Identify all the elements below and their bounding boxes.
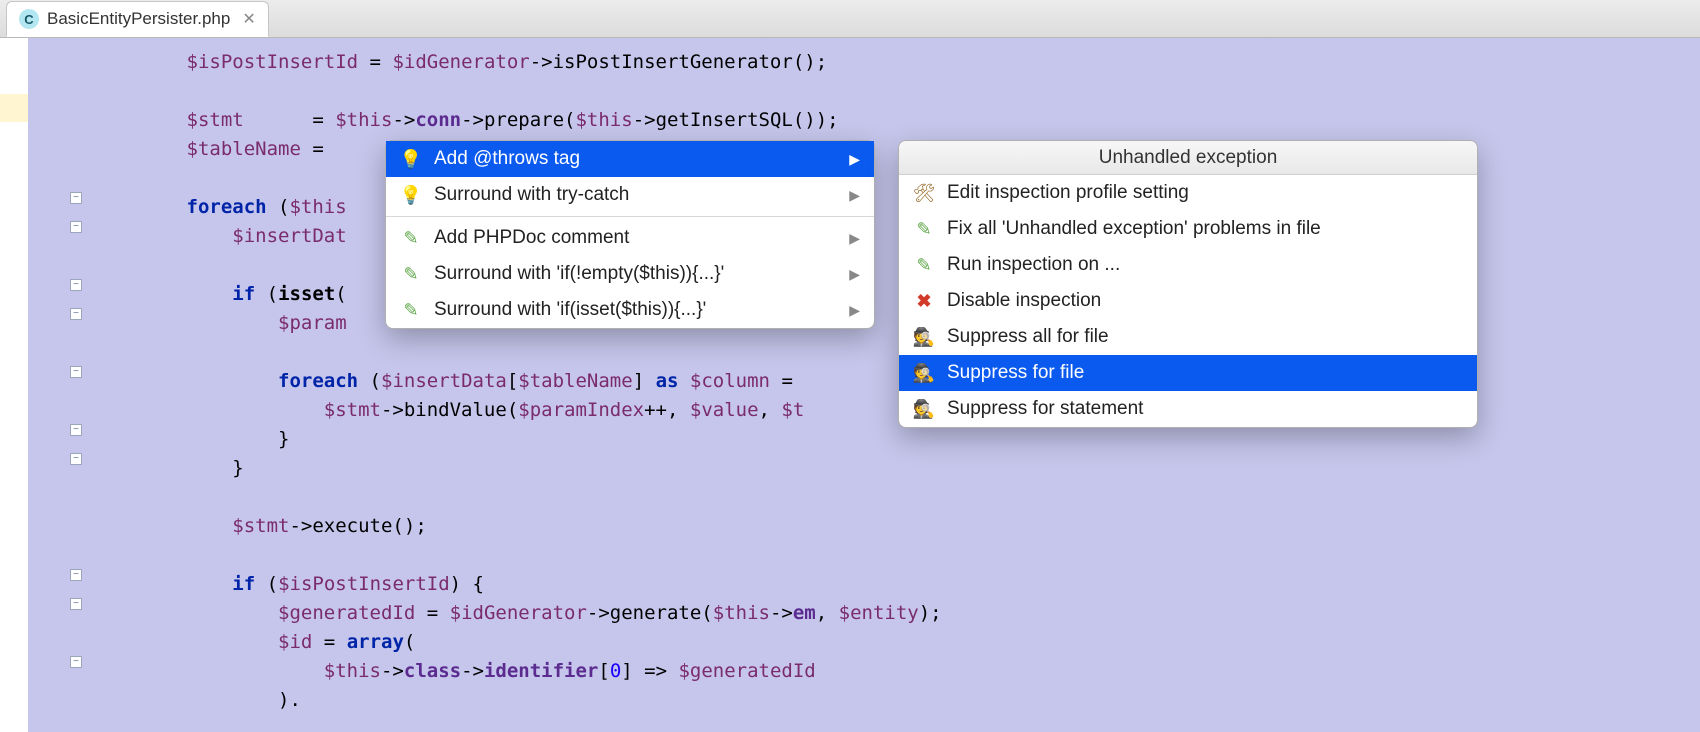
chevron-right-icon: ▶ [849,230,860,247]
pencil-icon: ✎ [400,263,422,285]
code-line [95,541,1700,570]
code-line: } [95,454,1700,483]
file-tab[interactable]: C BasicEntityPersister.php ✕ [6,1,269,37]
inspection-action-label: Suppress all for file [947,326,1109,348]
inspection-action-item[interactable]: 🕵️ Suppress for statement [899,391,1477,427]
inspection-action-item[interactable]: ✎ Fix all 'Unhandled exception' problems … [899,211,1477,247]
code-line: $stmt->execute(); [95,512,1700,541]
intention-item[interactable]: ✎ Surround with 'if(!empty($this)){...}' ▶ [386,256,874,292]
code-line: } [95,425,1700,454]
intention-menu[interactable]: 💡 Add @throws tag ▶ 💡 Surround with try-catc… [385,140,875,329]
disable-icon: ✖ [913,290,935,312]
pencil-icon: ✎ [400,227,422,249]
fold-marker[interactable]: − [70,656,82,668]
tab-bar: C BasicEntityPersister.php ✕ [0,0,1700,38]
gutter: − − − − − − − − − − [0,38,85,732]
suppress-icon: 🕵️ [913,398,935,420]
intention-item-label: Surround with 'if(!empty($this)){...}' [434,263,724,285]
menu-separator [386,216,874,217]
code-line: ). [95,686,1700,715]
code-line [95,77,1700,106]
editor-area: − − − − − − − − − − $isPostInsertId = $idGenerato… [0,38,1700,732]
fold-marker[interactable]: − [70,598,82,610]
fold-marker[interactable]: − [70,366,82,378]
fold-marker[interactable]: − [70,308,82,320]
inspection-action-item[interactable]: 🛠 Edit inspection profile setting [899,175,1477,211]
inspection-action-label: Run inspection on ... [947,254,1120,276]
file-icon: C [19,9,39,29]
intention-item[interactable]: ✎ Add PHPDoc comment ▶ [386,220,874,256]
intention-submenu[interactable]: Unhandled exception 🛠 Edit inspection pro… [898,140,1478,428]
bulb-icon: 💡 [400,148,422,170]
submenu-title: Unhandled exception [899,141,1477,175]
inspection-action-item[interactable]: 🕵️ Suppress all for file [899,319,1477,355]
fold-marker[interactable]: − [70,192,82,204]
fold-marker[interactable]: − [70,424,82,436]
code-line: $generatedId = $idGenerator->generate($t… [95,599,1700,628]
inspection-action-label: Disable inspection [947,290,1101,312]
inspection-action-item[interactable]: 🕵️ Suppress for file [899,355,1477,391]
pencil-icon: ✎ [400,299,422,321]
inspection-action-label: Edit inspection profile setting [947,182,1189,204]
suppress-icon: 🕵️ [913,326,935,348]
pencil-icon: ✎ [913,254,935,276]
fold-marker[interactable]: − [70,279,82,291]
code-line: $stmt = $this->conn->prepare($this->getI… [95,106,1700,135]
inspection-action-label: Suppress for statement [947,398,1143,420]
suppress-icon: 🕵️ [913,362,935,384]
chevron-right-icon: ▶ [849,187,860,204]
code-line: $isPostInsertId = $idGenerator->isPostIn… [95,48,1700,77]
inspection-action-label: Fix all 'Unhandled exception' problems i… [947,218,1321,240]
code-line [95,483,1700,512]
chevron-right-icon: ▶ [849,302,860,319]
intention-item-label: Surround with 'if(isset($this)){...}' [434,299,706,321]
chevron-right-icon: ▶ [849,151,860,168]
intention-item-label: Surround with try-catch [434,184,629,206]
code-line: $this->class->identifier[0] => $generate… [95,657,1700,686]
gear-icon: 🛠 [913,182,935,204]
inspection-action-item[interactable]: ✖ Disable inspection [899,283,1477,319]
bulb-icon: 💡 [400,184,422,206]
intention-item-label: Add PHPDoc comment [434,227,629,249]
fold-marker[interactable]: − [70,221,82,233]
chevron-right-icon: ▶ [849,266,860,283]
file-tab-label: BasicEntityPersister.php [47,9,230,29]
intention-item[interactable]: 💡 Surround with try-catch ▶ [386,177,874,213]
inspection-action-item[interactable]: ✎ Run inspection on ... [899,247,1477,283]
fold-marker[interactable]: − [70,453,82,465]
inspection-action-label: Suppress for file [947,362,1084,384]
code-line: $id = array( [95,628,1700,657]
pencil-icon: ✎ [913,218,935,240]
intention-item-label: Add @throws tag [434,148,580,170]
intention-item[interactable]: 💡 Add @throws tag ▶ [386,141,874,177]
fold-marker[interactable]: − [70,569,82,581]
warning-stripe [0,94,28,122]
close-tab-icon[interactable]: ✕ [242,9,255,29]
code-line: if ($isPostInsertId) { [95,570,1700,599]
intention-item[interactable]: ✎ Surround with 'if(isset($this)){...}' ▶ [386,292,874,328]
code-area[interactable]: $isPostInsertId = $idGenerator->isPostIn… [85,38,1700,732]
